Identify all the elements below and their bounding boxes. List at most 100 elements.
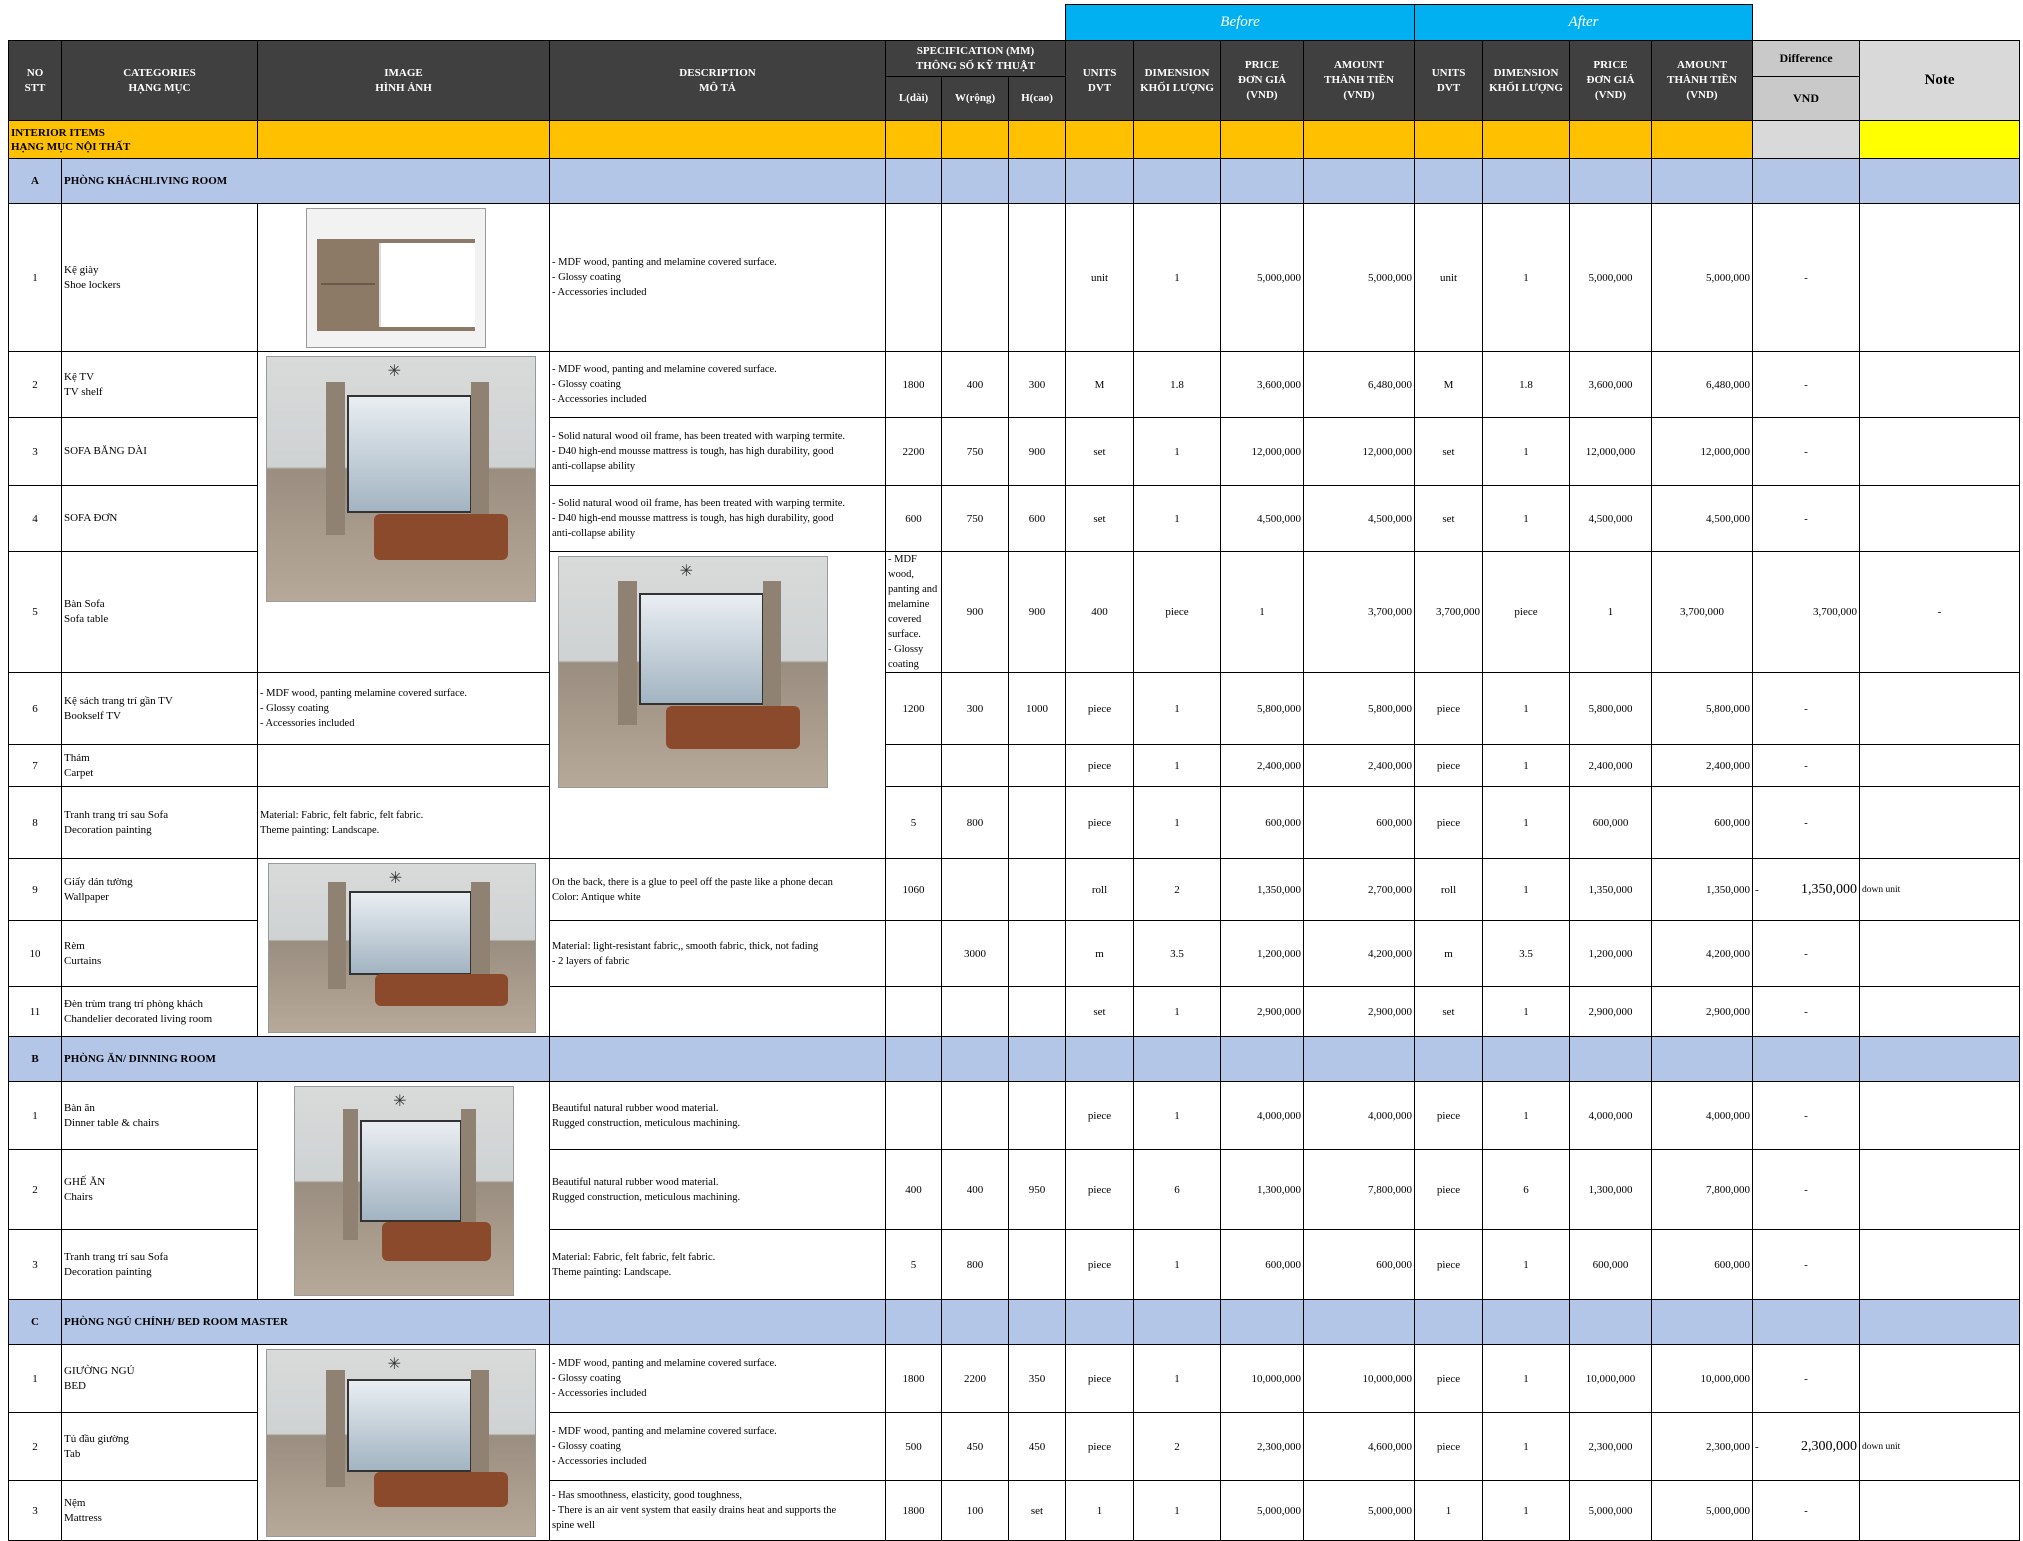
category-line: GIƯỜNG NGỦ bbox=[64, 1364, 135, 1377]
after-amount: 7,800,000 bbox=[1651, 1149, 1754, 1230]
description-line: - D40 high-end mousse mattress is tough,… bbox=[552, 446, 834, 457]
section-row-b: B PHÒNG ĂN/ DINNING ROOM bbox=[8, 1036, 2021, 1082]
spec-length: 400 bbox=[885, 1149, 942, 1230]
difference-cell: - bbox=[1752, 786, 1861, 859]
section-blank-cell bbox=[1414, 1299, 1484, 1345]
bedroom-photo: ✳ bbox=[266, 1349, 536, 1537]
after-amount: 600,000 bbox=[1651, 786, 1754, 859]
item-no: 9 bbox=[8, 858, 62, 921]
item-no: 1 bbox=[8, 203, 62, 352]
item-no: 2 bbox=[8, 1149, 62, 1230]
description-line: - D40 high-end mousse mattress is tough,… bbox=[552, 513, 834, 524]
category-line: Wallpaper bbox=[64, 890, 109, 903]
item-no: 6 bbox=[8, 672, 62, 745]
after-band: After bbox=[1414, 4, 1754, 41]
spec-height: 950 bbox=[1007, 1149, 1067, 1230]
category-line: Nệm bbox=[64, 1496, 86, 1509]
difference-cell: - bbox=[1752, 744, 1861, 787]
section-blank-cell bbox=[1482, 1036, 1571, 1082]
before-price: 5,000,000 bbox=[1220, 203, 1305, 352]
section-blank-cell bbox=[1569, 1036, 1653, 1082]
note-cell bbox=[1859, 1081, 2021, 1150]
after-price: 4,500,000 bbox=[1569, 485, 1653, 552]
item-description: - MDF wood, panting melamine covered sur… bbox=[257, 672, 550, 745]
description-line: Beautiful natural rubber wood material. bbox=[552, 1176, 719, 1188]
before-amount: 4,200,000 bbox=[1303, 920, 1416, 987]
item-description: - MDF wood, panting and melamine covered… bbox=[549, 351, 886, 418]
after-units: m bbox=[1414, 920, 1484, 987]
after-amount: 2,400,000 bbox=[1651, 744, 1754, 787]
before-amount: 10,000,000 bbox=[1303, 1344, 1416, 1413]
item-image-cell bbox=[257, 203, 550, 352]
difference-cell: - bbox=[1752, 1149, 1861, 1230]
before-dimension: 1 bbox=[1133, 1480, 1222, 1541]
after-dimension: 1.8 bbox=[1482, 351, 1571, 418]
description-line: - MDF wood, panting and melamine covered… bbox=[552, 257, 777, 268]
spec-height: 450 bbox=[1007, 1412, 1067, 1481]
after-dimension: 1 bbox=[1482, 1229, 1571, 1300]
interior-items-label: INTERIOR ITEMS HẠNG MỤC NỘI THẤT bbox=[8, 120, 258, 159]
note-cell bbox=[1859, 1229, 2021, 1300]
section-blank-cell bbox=[1007, 1299, 1067, 1345]
description-line: - MDF wood, panting melamine covered sur… bbox=[260, 688, 468, 699]
item-no: 2 bbox=[8, 351, 62, 418]
description-line: Material: Fabric, felt fabric, felt fabr… bbox=[260, 809, 424, 821]
difference-cell: - bbox=[1752, 986, 1861, 1037]
description-line: Beautiful natural rubber wood material. bbox=[552, 1102, 719, 1114]
before-price: 4,000,000 bbox=[1220, 1081, 1305, 1150]
section-blank-cell bbox=[1859, 158, 2021, 204]
before-dimension: 1 bbox=[1133, 1344, 1222, 1413]
section-blank-cell bbox=[549, 1036, 886, 1082]
before-amount: 600,000 bbox=[1303, 1229, 1416, 1300]
after-price: 600,000 bbox=[1569, 786, 1653, 859]
item-category: Tranh trang trí sau Sofa Decoration paint… bbox=[61, 786, 258, 859]
section-blank-cell bbox=[1303, 158, 1416, 204]
section-blank-cell bbox=[1482, 1299, 1571, 1345]
category-line: Dinner table & chairs bbox=[64, 1116, 159, 1129]
section-blank-cell bbox=[1220, 1299, 1305, 1345]
spec-length bbox=[885, 1081, 942, 1150]
description-line: Rugged construction, meticulous machinin… bbox=[552, 1117, 741, 1129]
note-cell bbox=[1859, 203, 2021, 352]
section-title: PHÒNG NGỦ CHÍNH/ BED ROOM MASTER bbox=[61, 1299, 550, 1345]
spec-height bbox=[1007, 786, 1067, 859]
after-units: set bbox=[1414, 417, 1484, 486]
before-units: piece bbox=[1065, 672, 1135, 745]
living-room-photo: ✳ bbox=[266, 356, 536, 602]
before-amount: 2,900,000 bbox=[1303, 986, 1416, 1037]
spec-width: 300 bbox=[941, 672, 1009, 745]
col-after-price: PRICE ĐƠN GIÁ (VND) bbox=[1569, 40, 1653, 121]
after-units: M bbox=[1414, 351, 1484, 418]
after-amount: 4,200,000 bbox=[1651, 920, 1754, 987]
after-units: piece bbox=[1414, 672, 1484, 745]
after-dimension: 1 bbox=[1482, 858, 1571, 921]
after-amount: 2,900,000 bbox=[1651, 986, 1754, 1037]
col-after-units: UNITS DVT bbox=[1414, 40, 1484, 121]
after-units: piece bbox=[1414, 1344, 1484, 1413]
item-category: Bàn ăn Dinner table & chairs bbox=[61, 1081, 258, 1150]
spec-width bbox=[941, 986, 1009, 1037]
col-spec-l: L(dài) bbox=[885, 76, 942, 121]
after-price: 2,400,000 bbox=[1569, 744, 1653, 787]
before-dimension: 1 bbox=[1133, 203, 1222, 352]
item-no: 4 bbox=[8, 485, 62, 552]
item-description: - Solid natural wood oil frame, has been… bbox=[549, 485, 886, 552]
table-row: 7 Thảm Carpet piece 1 2,400,000 2,400,000 piece… bbox=[8, 744, 2021, 787]
item-no: 11 bbox=[8, 986, 62, 1037]
category-line: SOFA ĐƠN bbox=[64, 512, 118, 524]
item-image-cell: ✳ bbox=[257, 1081, 550, 1300]
spec-height: 400 bbox=[1065, 551, 1135, 673]
item-description bbox=[257, 744, 550, 787]
col-image: IMAGE HÌNH ẢNH bbox=[257, 40, 550, 121]
description-line: - Glossy coating bbox=[260, 703, 329, 714]
spec-width: 800 bbox=[941, 786, 1009, 859]
spec-length: 1200 bbox=[885, 672, 942, 745]
section-blank-cell bbox=[1651, 1299, 1754, 1345]
before-units: piece bbox=[1133, 551, 1222, 673]
item-no: 3 bbox=[8, 1480, 62, 1541]
section-blank-cell bbox=[1220, 1036, 1305, 1082]
after-units: 1 bbox=[1414, 1480, 1484, 1541]
section-blank-cell bbox=[1859, 1299, 2021, 1345]
item-description: - MDF wood, panting and melamine covered… bbox=[549, 203, 886, 352]
spec-height: 300 bbox=[1007, 351, 1067, 418]
